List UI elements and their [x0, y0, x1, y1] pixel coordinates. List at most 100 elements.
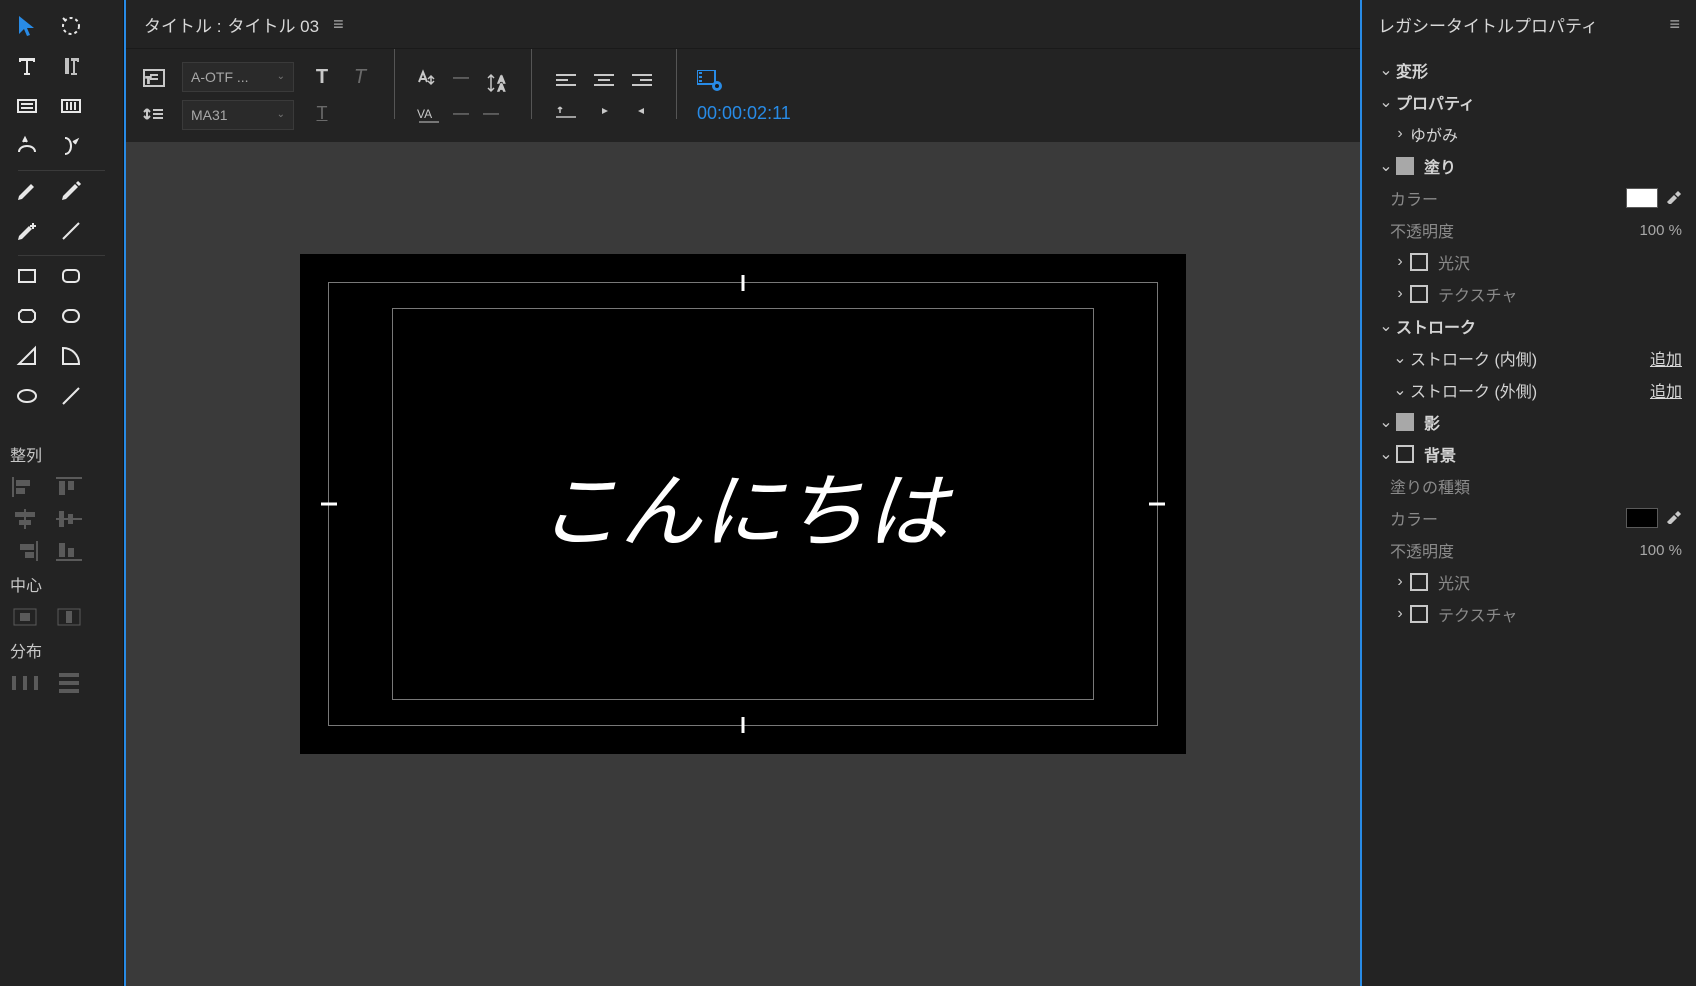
- transform-label[interactable]: 変形: [1396, 58, 1682, 82]
- bg-opacity-label: 不透明度: [1390, 538, 1639, 562]
- show-video-icon[interactable]: [697, 67, 725, 95]
- italic-icon[interactable]: T: [346, 64, 374, 92]
- smooth-pen-tool[interactable]: [52, 175, 90, 207]
- bg-gloss-checkbox[interactable]: [1410, 573, 1428, 591]
- stroke-outer-label[interactable]: ストローク (外側): [1410, 378, 1650, 402]
- distribute-h-icon[interactable]: [10, 672, 40, 694]
- bg-texture-checkbox[interactable]: [1410, 605, 1428, 623]
- bg-texture-label[interactable]: テクスチャ: [1438, 602, 1682, 626]
- chevron-down-icon[interactable]: ⌄: [1376, 316, 1396, 336]
- chevron-down-icon[interactable]: ⌄: [1376, 60, 1396, 80]
- eyedropper-icon[interactable]: [1666, 188, 1682, 209]
- background-label[interactable]: 背景: [1424, 442, 1682, 466]
- props-menu-icon[interactable]: ≡: [1669, 14, 1680, 35]
- text-align-center-icon[interactable]: [590, 70, 618, 92]
- svg-text:T: T: [146, 76, 151, 85]
- align-hcenter-icon[interactable]: [10, 508, 40, 530]
- chevron-right-icon[interactable]: ›: [1390, 125, 1410, 143]
- rounded-rect-tool[interactable]: [52, 260, 90, 292]
- title-text-content[interactable]: こんにちは: [300, 254, 1186, 754]
- font-size-icon[interactable]: [415, 64, 443, 92]
- text-align-right-icon[interactable]: [628, 70, 656, 92]
- underline-icon[interactable]: T: [308, 100, 336, 128]
- title-name: タイトル 03: [227, 12, 319, 37]
- texture-checkbox[interactable]: [1410, 285, 1428, 303]
- rounded-rect2-tool[interactable]: [52, 300, 90, 332]
- shadow-label[interactable]: 影: [1424, 410, 1682, 434]
- center-v-icon[interactable]: [54, 606, 84, 628]
- chevron-right-icon[interactable]: ›: [1390, 605, 1410, 623]
- type-tool[interactable]: [8, 50, 46, 82]
- fill-label[interactable]: 塗り: [1424, 154, 1682, 178]
- align-right-icon[interactable]: [10, 540, 40, 562]
- tab-icon[interactable]: [552, 100, 580, 122]
- vertical-path-type-tool[interactable]: [52, 130, 90, 162]
- area-type-tool[interactable]: [8, 90, 46, 122]
- align-left-icon[interactable]: [10, 476, 40, 498]
- clipped-rect-tool[interactable]: [8, 300, 46, 332]
- template-icon[interactable]: T: [140, 64, 168, 92]
- arc-tool[interactable]: [52, 340, 90, 372]
- line-tool[interactable]: [52, 215, 90, 247]
- add-outer-stroke[interactable]: 追加: [1650, 378, 1682, 402]
- chevron-right-icon[interactable]: ›: [1390, 285, 1410, 303]
- align-vcenter-icon[interactable]: [54, 508, 84, 530]
- chevron-down-icon[interactable]: ⌄: [1376, 412, 1396, 432]
- align-top-icon[interactable]: [54, 476, 84, 498]
- bg-opacity-value[interactable]: 100 %: [1639, 542, 1682, 559]
- selection-tool[interactable]: [8, 10, 46, 42]
- panel-menu-icon[interactable]: ≡: [333, 14, 344, 35]
- font-family-select[interactable]: A-OTF ...⌄: [182, 62, 294, 92]
- vertical-area-type-tool[interactable]: [52, 90, 90, 122]
- bold-icon[interactable]: T: [308, 64, 336, 92]
- chevron-down-icon[interactable]: ⌄: [1376, 156, 1396, 176]
- center-h-icon[interactable]: [10, 606, 40, 628]
- chevron-right-icon[interactable]: ›: [1390, 573, 1410, 591]
- chevron-down-icon[interactable]: ⌄: [1376, 92, 1396, 112]
- size-value[interactable]: —: [453, 69, 469, 87]
- ellipse-tool[interactable]: [8, 380, 46, 412]
- shadow-checkbox[interactable]: [1396, 413, 1414, 431]
- bg-color-swatch[interactable]: [1626, 508, 1658, 528]
- add-anchor-tool[interactable]: [8, 215, 46, 247]
- text-align-left-icon[interactable]: [552, 70, 580, 92]
- gloss-label[interactable]: 光沢: [1438, 250, 1682, 274]
- roll-crawl-icon[interactable]: [140, 100, 168, 128]
- chevron-right-icon[interactable]: ›: [1390, 253, 1410, 271]
- kern-value[interactable]: —: [453, 105, 469, 123]
- path-type-tool[interactable]: [8, 130, 46, 162]
- background-checkbox[interactable]: [1396, 445, 1414, 463]
- rectangle-tool[interactable]: [8, 260, 46, 292]
- timecode[interactable]: 00:00:02:11: [697, 103, 791, 124]
- stroke-inner-label[interactable]: ストローク (内側): [1410, 346, 1650, 370]
- vertical-type-tool[interactable]: [52, 50, 90, 82]
- title-header: タイトル : タイトル 03 ≡: [126, 0, 1360, 48]
- align-bottom-icon[interactable]: [54, 540, 84, 562]
- eyedropper-icon[interactable]: [1666, 508, 1682, 529]
- chevron-down-icon[interactable]: ⌄: [1376, 444, 1396, 464]
- rotate-tool[interactable]: [52, 10, 90, 42]
- tab-left-icon[interactable]: [590, 100, 618, 122]
- bg-gloss-label[interactable]: 光沢: [1438, 570, 1682, 594]
- leading-value[interactable]: —: [483, 105, 499, 123]
- fill-color-swatch[interactable]: [1626, 188, 1658, 208]
- wedge-tool[interactable]: [8, 340, 46, 372]
- kerning-icon[interactable]: VA: [415, 100, 443, 128]
- add-inner-stroke[interactable]: 追加: [1650, 346, 1682, 370]
- line2-tool[interactable]: [52, 380, 90, 412]
- distort-label[interactable]: ゆがみ: [1410, 122, 1682, 146]
- stroke-label[interactable]: ストローク: [1396, 314, 1682, 338]
- texture-label[interactable]: テクスチャ: [1438, 282, 1682, 306]
- fill-opacity-value[interactable]: 100 %: [1639, 222, 1682, 239]
- leading-icon[interactable]: AA: [483, 69, 511, 97]
- title-canvas[interactable]: こんにちは: [300, 254, 1186, 754]
- font-style-select[interactable]: MA31⌄: [182, 100, 294, 130]
- pen-tool[interactable]: [8, 175, 46, 207]
- gloss-checkbox[interactable]: [1410, 253, 1428, 271]
- chevron-down-icon[interactable]: ⌄: [1390, 348, 1410, 368]
- properties-label[interactable]: プロパティ: [1396, 90, 1682, 114]
- chevron-down-icon[interactable]: ⌄: [1390, 380, 1410, 400]
- distribute-v-icon[interactable]: [54, 672, 84, 694]
- fill-checkbox[interactable]: [1396, 157, 1414, 175]
- tab-right-icon[interactable]: [628, 100, 656, 122]
